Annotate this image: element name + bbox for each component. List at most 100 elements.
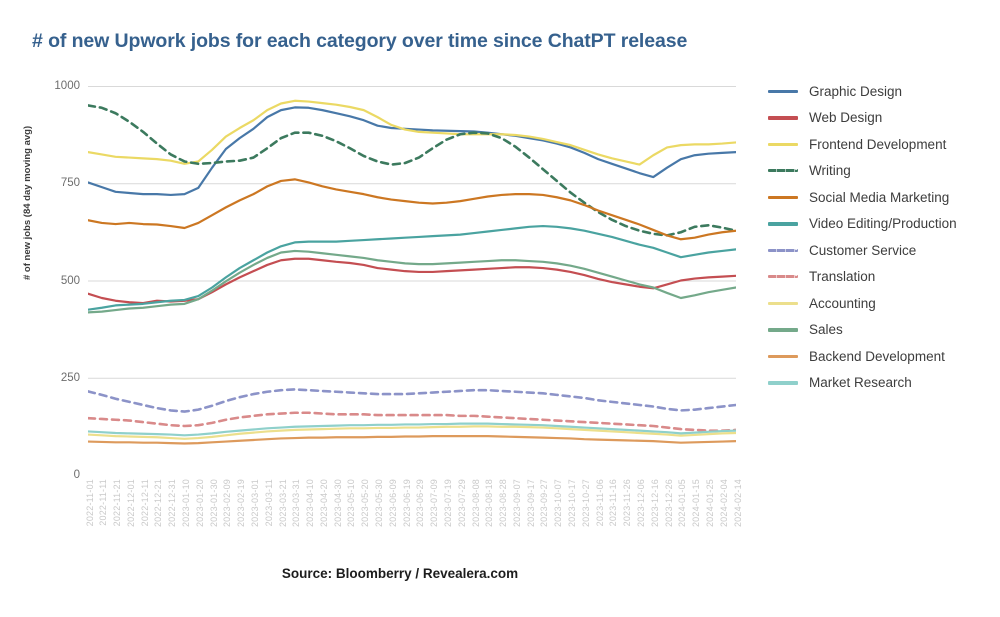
x-tick-label: 2022-12-31	[167, 479, 178, 528]
legend-item-label: Writing	[809, 163, 851, 179]
y-tick-label-250: 250	[60, 371, 80, 384]
x-tick-label: 2023-12-26	[663, 479, 674, 528]
x-tick-label: 2023-05-30	[374, 479, 385, 528]
y-tick-label-1000: 1000	[54, 80, 80, 92]
legend-item-graphic-design[interactable]: Graphic Design	[768, 78, 996, 105]
legend-item-backend-development[interactable]: Backend Development	[768, 343, 996, 370]
legend-item-label: Translation	[809, 269, 876, 285]
legend-color-swatch-icon	[768, 222, 798, 226]
legend-item-video-editing-production[interactable]: Video Editing/Production	[768, 211, 996, 238]
x-tick-label: 2023-03-21	[277, 479, 288, 528]
legend-item-frontend-development[interactable]: Frontend Development	[768, 131, 996, 158]
y-tick-label-500: 500	[60, 274, 80, 287]
legend-color-swatch-icon	[768, 328, 798, 332]
x-tick-label: 2023-09-07	[511, 479, 522, 528]
legend-item-market-research[interactable]: Market Research	[768, 370, 996, 397]
line-chart-svg	[88, 86, 736, 445]
x-tick-label: 2024-01-25	[704, 479, 715, 528]
x-tick-label: 2023-02-09	[222, 479, 233, 528]
x-tick-label: 2023-08-28	[498, 479, 509, 528]
series-lines	[88, 99, 736, 445]
legend-item-label: Video Editing/Production	[809, 216, 957, 232]
legend-item-translation[interactable]: Translation	[768, 264, 996, 291]
x-tick-label: 2022-12-11	[139, 479, 150, 527]
legend-item-label: Frontend Development	[809, 136, 947, 152]
x-tick-label: 2024-01-15	[691, 479, 702, 528]
x-tick-label: 2023-06-09	[387, 479, 398, 528]
x-tick-label: 2023-04-20	[318, 479, 329, 528]
gridlines	[88, 86, 736, 379]
x-tick-label: 2023-01-20	[194, 479, 205, 528]
series-line-graphic-design	[88, 106, 736, 197]
plot-area	[88, 86, 736, 475]
series-line-writing	[88, 104, 736, 237]
x-tick-label: 2022-11-21	[112, 479, 123, 527]
x-tick-label: 2023-10-17	[567, 479, 578, 528]
y-tick-label-750: 750	[60, 177, 80, 190]
legend-color-swatch-icon	[768, 275, 798, 279]
legend-item-label: Market Research	[809, 375, 912, 391]
x-axis-tick-labels: 2022-11-01 2022-11-11 2022-11-21 2022-12-01…	[84, 479, 743, 549]
x-tick-label: 2023-03-01	[249, 479, 260, 528]
x-tick-label: 2023-09-27	[539, 479, 550, 528]
legend-color-swatch-icon	[768, 301, 798, 305]
source-note: Source: Bloomberry / Revealera.com	[281, 566, 519, 581]
x-tick-label: 2023-07-09	[429, 479, 440, 528]
legend-color-swatch-icon	[768, 381, 798, 385]
legend-color-swatch-icon	[768, 169, 798, 173]
x-tick-label: 2022-12-01	[125, 479, 136, 528]
x-tick-label: 2023-08-18	[484, 479, 495, 528]
page-title: # of new Upwork jobs for each category o…	[32, 30, 688, 52]
legend-item-label: Web Design	[809, 110, 883, 126]
x-tick-label: 2023-06-29	[415, 479, 426, 528]
x-tick-label: 2023-10-07	[553, 479, 564, 528]
x-tick-label: 2023-03-11	[263, 479, 274, 527]
x-tick-label: 2022-12-21	[153, 479, 164, 528]
x-tick-label: 2023-10-27	[580, 479, 591, 528]
x-tick-label: 2023-08-08	[470, 479, 481, 528]
legend-item-label: Accounting	[809, 295, 876, 311]
legend-item-web-design[interactable]: Web Design	[768, 105, 996, 132]
x-tick-label: 2023-12-06	[635, 479, 646, 528]
legend-item-label: Sales	[809, 322, 843, 338]
legend-item-label: Social Media Marketing	[809, 189, 950, 205]
legend-color-swatch-icon	[768, 248, 798, 252]
x-tick-label: 2022-11-11	[98, 479, 109, 526]
series-line-sales	[88, 249, 736, 314]
legend-item-sales[interactable]: Sales	[768, 317, 996, 344]
legend-item-social-media-marketing[interactable]: Social Media Marketing	[768, 184, 996, 211]
legend-color-swatch-icon	[768, 89, 798, 93]
legend-item-accounting[interactable]: Accounting	[768, 290, 996, 317]
legend-color-swatch-icon	[768, 195, 798, 199]
legend-item-customer-service[interactable]: Customer Service	[768, 237, 996, 264]
x-tick-label: 2023-04-10	[305, 479, 316, 528]
x-tick-label: 2023-06-19	[401, 479, 412, 528]
x-tick-label: 2023-04-30	[332, 479, 343, 528]
x-tick-label: 2024-02-04	[718, 479, 729, 528]
x-tick-label: 2023-07-19	[442, 479, 453, 528]
legend-item-label: Graphic Design	[809, 83, 903, 99]
chart-legend: Graphic Design Web Design Frontend Develop…	[768, 78, 996, 396]
legend-item-label: Backend Development	[809, 348, 945, 364]
chart-page: # of new Upwork jobs for each category o…	[0, 0, 1000, 617]
x-tick-label: 2023-11-16	[608, 479, 619, 527]
x-tick-label: 2024-01-05	[677, 479, 688, 528]
legend-color-swatch-icon	[768, 116, 798, 120]
x-tick-label: 2023-11-06	[594, 479, 605, 527]
x-tick-label: 2023-05-10	[346, 479, 357, 528]
y-tick-label-0: 0	[73, 469, 80, 481]
x-tick-label: 2023-11-26	[622, 479, 633, 527]
legend-item-label: Customer Service	[809, 242, 917, 258]
x-tick-label: 2022-11-01	[84, 479, 95, 527]
series-line-video-editing-production	[88, 224, 736, 311]
x-tick-label: 2023-05-20	[360, 479, 371, 528]
x-tick-label: 2023-12-16	[649, 479, 660, 528]
x-tick-label: 2023-01-30	[208, 479, 219, 528]
legend-item-writing[interactable]: Writing	[768, 158, 996, 185]
legend-color-swatch-icon	[768, 354, 798, 358]
x-tick-label: 2023-03-31	[291, 479, 302, 528]
y-axis-tick-labels: 0 250 500 750 1000	[0, 0, 88, 520]
x-tick-label: 2023-07-29	[456, 479, 467, 528]
x-tick-label: 2023-01-10	[181, 479, 191, 528]
x-tick-label: 2023-02-19	[236, 479, 247, 528]
